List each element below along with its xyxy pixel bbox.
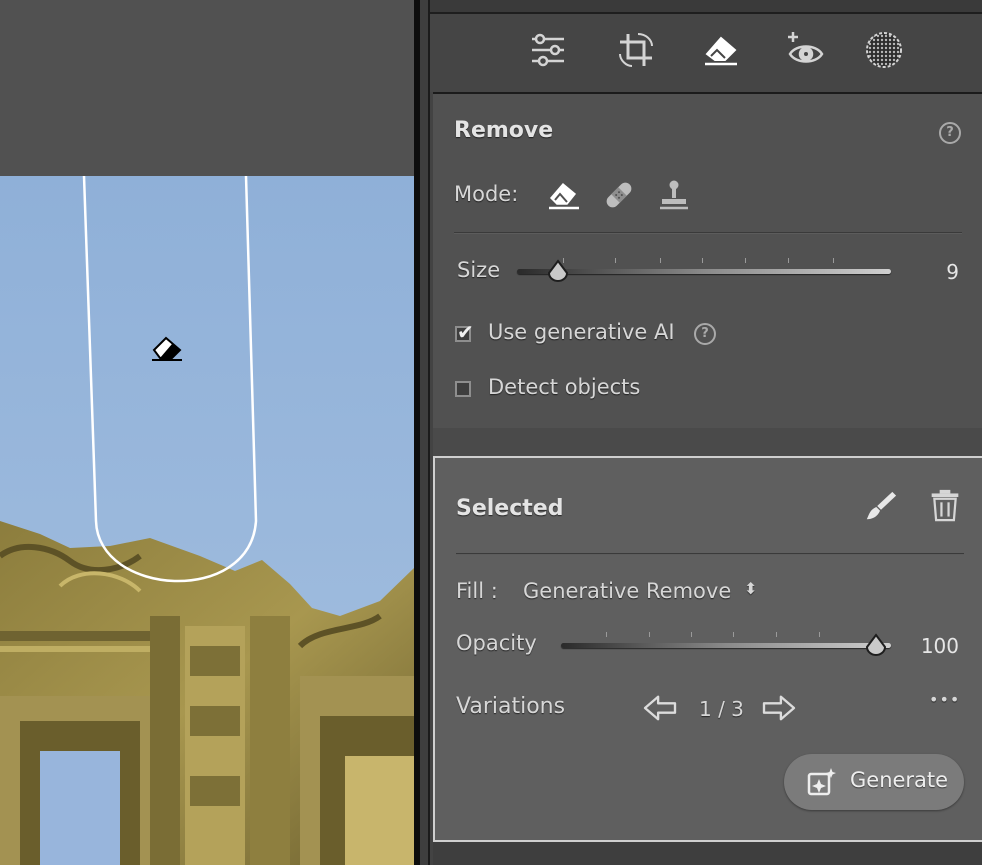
crop-icon xyxy=(619,33,653,67)
size-value[interactable]: 9 xyxy=(903,260,959,284)
size-label: Size xyxy=(457,258,501,282)
slider-tick xyxy=(819,632,820,637)
eraser-icon xyxy=(705,36,737,66)
generative-ai-help-icon[interactable]: ? xyxy=(694,323,716,345)
chevron-updown-icon: ⬍ xyxy=(744,579,758,598)
red-eye-icon xyxy=(788,32,824,63)
detect-objects-checkbox[interactable] xyxy=(455,381,471,397)
masking-icon xyxy=(866,32,902,68)
slider-tick xyxy=(691,632,692,637)
photo-image[interactable] xyxy=(0,176,414,865)
arrow-left-icon xyxy=(643,695,677,721)
slider-tick xyxy=(833,258,834,263)
mode-label: Mode: xyxy=(454,182,519,206)
edit-sliders-tool[interactable] xyxy=(526,28,570,72)
more-options-icon[interactable]: ••• xyxy=(929,690,960,709)
mode-heal-button[interactable] xyxy=(600,176,638,214)
mode-clone-button[interactable] xyxy=(655,176,693,214)
selected-title: Selected xyxy=(456,496,564,521)
remove-separator xyxy=(454,232,962,234)
selected-section: Selected Fill : Generative Remove ⬍ Opac… xyxy=(433,456,982,842)
brush-edit-button[interactable] xyxy=(863,488,899,524)
sliders-icon xyxy=(532,33,564,67)
arrow-right-icon xyxy=(762,695,796,721)
checkmark-icon: ✔ xyxy=(457,320,474,344)
slider-tick xyxy=(745,258,746,263)
brush-icon xyxy=(866,491,897,520)
slider-tick xyxy=(606,632,607,637)
opacity-slider[interactable] xyxy=(561,632,891,666)
remove-title: Remove xyxy=(454,118,554,143)
remove-section: Remove ? Mode: Size 9 ✔ Use generative A… xyxy=(433,92,982,428)
slider-tick xyxy=(615,258,616,263)
opacity-value[interactable]: 100 xyxy=(901,634,959,658)
eraser-icon xyxy=(549,182,579,210)
tool-strip xyxy=(430,14,982,102)
fill-select-value: Generative Remove xyxy=(523,579,732,603)
variations-counter: 1 / 3 xyxy=(699,697,744,721)
section-gap xyxy=(433,428,982,456)
generate-label: Generate xyxy=(850,768,949,792)
delete-button[interactable] xyxy=(927,486,963,524)
generate-button[interactable]: Generate xyxy=(784,754,964,810)
trash-icon xyxy=(931,489,959,522)
red-eye-tool[interactable] xyxy=(784,28,828,72)
slider-tick xyxy=(776,632,777,637)
crop-tool[interactable] xyxy=(614,28,658,72)
fill-label: Fill : xyxy=(456,579,498,603)
detect-objects-label[interactable]: Detect objects xyxy=(488,375,640,399)
panel-gutter xyxy=(420,0,428,865)
mode-remove-button[interactable] xyxy=(545,176,583,214)
slider-tick xyxy=(649,632,650,637)
size-slider-track xyxy=(517,269,891,274)
selected-separator xyxy=(456,553,964,555)
fill-select[interactable]: Generative Remove ⬍ xyxy=(523,576,783,608)
slider-tick xyxy=(788,258,789,263)
opacity-slider-track xyxy=(561,643,891,648)
size-slider-thumb[interactable] xyxy=(547,259,569,283)
slider-tick xyxy=(702,258,703,263)
opacity-slider-thumb[interactable] xyxy=(865,633,887,657)
use-generative-ai-label[interactable]: Use generative AI xyxy=(488,320,675,344)
generate-sparkle-icon xyxy=(807,768,836,796)
slider-tick xyxy=(660,258,661,263)
previous-variation-button[interactable] xyxy=(640,692,680,724)
remove-tool[interactable] xyxy=(699,28,743,72)
use-generative-ai-checkbox[interactable]: ✔ xyxy=(455,322,474,342)
panel-bottom-strip xyxy=(433,842,982,865)
slider-tick xyxy=(733,632,734,637)
photo-canvas[interactable] xyxy=(0,0,414,865)
variations-label: Variations xyxy=(456,694,566,719)
panel-top-strip xyxy=(430,0,982,14)
masking-tool[interactable] xyxy=(862,28,906,72)
remove-help-icon[interactable]: ? xyxy=(939,122,961,144)
opacity-label: Opacity xyxy=(456,631,537,655)
stamp-icon xyxy=(660,180,688,210)
next-variation-button[interactable] xyxy=(759,692,799,724)
bandage-icon xyxy=(606,182,632,208)
size-slider[interactable] xyxy=(517,258,891,292)
